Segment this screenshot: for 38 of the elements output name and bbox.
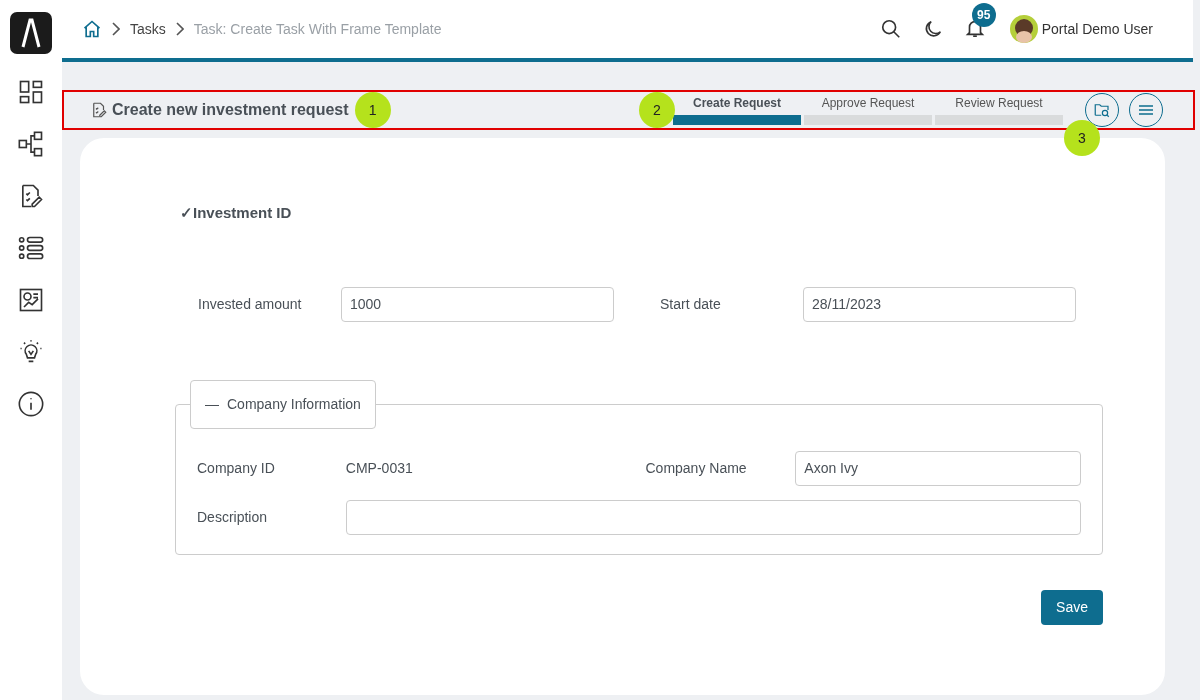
dashboard-icon[interactable]: [17, 78, 45, 106]
input-field[interactable]: 28/11/2023: [803, 286, 1076, 322]
panel-toggle[interactable]: — Company Information: [190, 379, 376, 429]
step-label: Create Request: [693, 94, 781, 112]
notification-badge: 95: [971, 3, 996, 27]
field-label: Invested amount: [198, 294, 303, 314]
annotation-marker: 3: [1064, 120, 1100, 156]
field-label: Start date: [660, 294, 722, 314]
field-label: Description: [197, 507, 269, 527]
cases-icon[interactable]: [17, 234, 45, 262]
annotation-marker: 1: [354, 92, 391, 128]
menu-icon: [1139, 105, 1153, 115]
input-field[interactable]: [346, 499, 1081, 535]
search-icon[interactable]: [879, 18, 902, 40]
field-label: Company Name: [645, 458, 748, 478]
logo-icon[interactable]: [10, 12, 52, 54]
step-label: Review Request: [955, 94, 1043, 112]
statistics-icon[interactable]: [17, 286, 45, 314]
input-field[interactable]: 1000: [341, 286, 614, 322]
info-icon[interactable]: [17, 390, 45, 418]
user-name[interactable]: Portal Demo User: [1041, 18, 1153, 40]
task-form-icon: [90, 101, 108, 119]
breadcrumb-link[interactable]: Tasks: [130, 18, 166, 40]
chevron-icon: [175, 22, 184, 36]
step-label: Approve Request: [821, 94, 915, 112]
section-heading: Investment ID: [193, 203, 292, 223]
folder-search-icon: [1093, 101, 1111, 119]
home-icon[interactable]: [82, 19, 102, 39]
input-field[interactable]: Axon Ivy: [795, 450, 1081, 486]
save-button[interactable]: Save: [1041, 589, 1103, 625]
chevron-icon: [112, 22, 120, 36]
company-id-value: CMP-0031: [345, 458, 414, 478]
task-title: Create new investment request: [112, 100, 349, 120]
avatar-icon[interactable]: [1009, 15, 1038, 43]
field-label: Company ID: [197, 458, 276, 478]
annotation-marker: 2: [639, 92, 675, 128]
process-icon[interactable]: [17, 130, 45, 158]
check-mark: ✓: [180, 203, 193, 223]
